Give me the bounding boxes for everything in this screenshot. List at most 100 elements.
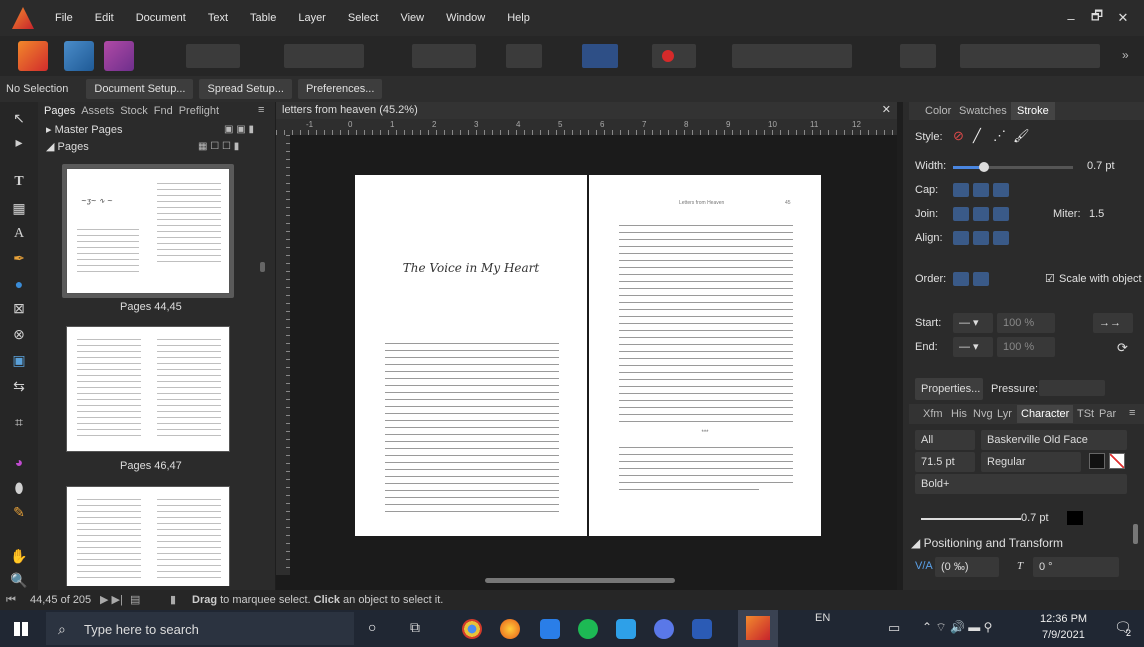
tab-color[interactable]: Color: [925, 105, 951, 117]
zoom-tool-icon[interactable]: 🔍: [6, 570, 32, 590]
word-icon[interactable]: [692, 619, 712, 639]
designer-persona-icon[interactable]: [64, 41, 94, 71]
system-tray-icons[interactable]: ⌃ ⌔ 🔊 ▬ ⚲: [922, 620, 992, 635]
swap-arrowheads-icon[interactable]: ⟳: [1117, 340, 1128, 356]
master-pages-row[interactable]: ▸ Master Pages: [46, 123, 122, 136]
tab-pages[interactable]: Pages: [44, 105, 75, 117]
tab-fnd[interactable]: Fnd: [154, 105, 173, 117]
stroke-color-swatch[interactable]: [1067, 511, 1083, 525]
font-family-dropdown[interactable]: Baskerville Old Face: [981, 430, 1127, 450]
document-tab[interactable]: letters from heaven (45.2%) ✕: [276, 102, 897, 119]
color-fill-icon[interactable]: [582, 44, 618, 68]
font-style-dropdown[interactable]: Regular: [981, 452, 1081, 472]
menu-help[interactable]: Help: [496, 12, 541, 24]
vertical-ruler[interactable]: [276, 135, 290, 575]
stroke-behind-icon[interactable]: [953, 272, 969, 286]
ellipse-frame-icon[interactable]: ⊗: [6, 324, 32, 344]
bold-dropdown[interactable]: Bold+: [915, 474, 1127, 494]
width-slider-handle[interactable]: [979, 162, 989, 172]
text-stroke-swatch[interactable]: [1109, 453, 1125, 469]
master-actions-icons[interactable]: ▣ ▣ ▮: [224, 124, 254, 135]
fill-tool-icon[interactable]: ⇆: [6, 376, 32, 396]
tab-stroke[interactable]: Stroke: [1011, 102, 1055, 120]
toolbar-group-5[interactable]: [900, 44, 936, 68]
color-picker-icon[interactable]: ◕: [6, 452, 32, 472]
stroke-front-icon[interactable]: [973, 272, 989, 286]
move-tool-icon[interactable]: ↖: [6, 108, 32, 128]
menu-edit[interactable]: Edit: [84, 12, 125, 24]
pencil-tool-icon[interactable]: ✎: [6, 502, 32, 522]
tablet-mode-icon[interactable]: ▭: [888, 620, 900, 636]
task-view-icon[interactable]: ⧉: [410, 619, 420, 636]
photos-icon[interactable]: [654, 619, 674, 639]
tab-tst[interactable]: TSt: [1077, 408, 1094, 420]
stroke-brush-icon[interactable]: [652, 44, 696, 68]
clock-date[interactable]: 7/9/2021: [1042, 629, 1085, 641]
positioning-transform-header[interactable]: ◢ Positioning and Transform: [911, 536, 1063, 550]
spread-thumbnail-46-47[interactable]: [62, 326, 234, 456]
tab-preflight[interactable]: Preflight: [179, 105, 219, 117]
firefox-icon[interactable]: [500, 619, 520, 639]
solid-line-icon[interactable]: ╱: [973, 128, 981, 144]
pages-row[interactable]: ◢ Pages: [46, 140, 89, 153]
chrome-icon[interactable]: [462, 619, 482, 639]
skew-field[interactable]: 0 °: [1033, 557, 1119, 577]
align-center-icon[interactable]: [953, 231, 969, 245]
toolbar-group-6[interactable]: [960, 44, 1100, 68]
square-cap-icon[interactable]: [993, 183, 1009, 197]
menu-file[interactable]: File: [44, 12, 84, 24]
properties-button[interactable]: Properties...: [915, 378, 983, 400]
tab-character[interactable]: Character: [1017, 405, 1074, 423]
scope-dropdown[interactable]: All: [915, 430, 975, 450]
round-join-icon[interactable]: [973, 207, 989, 221]
menu-select[interactable]: Select: [337, 12, 390, 24]
width-value[interactable]: 0.7 pt: [1087, 160, 1115, 172]
text-frame-tool-icon[interactable]: T: [6, 172, 32, 192]
preview-mode-icon[interactable]: [506, 44, 542, 68]
menu-layer[interactable]: Layer: [287, 12, 337, 24]
panel-menu-icon[interactable]: ≡: [258, 104, 264, 116]
preferences-button[interactable]: Preferences...: [297, 79, 383, 99]
panel-scrollbar[interactable]: [1133, 524, 1138, 544]
bevel-join-icon[interactable]: [993, 207, 1009, 221]
toolbar-group-1[interactable]: [186, 44, 240, 68]
document-setup-button[interactable]: Document Setup...: [86, 79, 194, 99]
align-inside-icon[interactable]: [973, 231, 989, 245]
ellipse-tool-icon[interactable]: ●: [6, 274, 32, 294]
tab-nvg[interactable]: Nvg: [973, 408, 993, 420]
round-cap-icon[interactable]: [973, 183, 989, 197]
next-page-icon[interactable]: ▶ ▶|: [100, 590, 123, 610]
miter-value[interactable]: 1.5: [1089, 208, 1104, 220]
place-image-icon[interactable]: ▣: [6, 350, 32, 370]
miter-join-icon[interactable]: [953, 207, 969, 221]
cortana-icon[interactable]: ○: [368, 619, 376, 635]
publisher-persona-icon[interactable]: [18, 41, 48, 71]
menu-view[interactable]: View: [389, 12, 435, 24]
tab-his[interactable]: His: [951, 408, 967, 420]
file-explorer-icon[interactable]: [616, 619, 636, 639]
close-button[interactable]: ✕: [1110, 10, 1136, 26]
tab-xfm[interactable]: Xfm: [923, 408, 943, 420]
spotify-icon[interactable]: [578, 619, 598, 639]
taskbar-search-box[interactable]: ⌕ Type here to search: [46, 612, 354, 645]
left-page[interactable]: The Voice in My Heart: [355, 175, 587, 536]
horizontal-ruler[interactable]: -1 0 1 2 3 4 5 6 7 8 9 10 11 12: [276, 119, 897, 135]
pressure-graph[interactable]: [1039, 380, 1105, 396]
tab-stock[interactable]: Stock: [120, 105, 148, 117]
toolbar-group-4[interactable]: [732, 44, 852, 68]
width-slider-track[interactable]: [983, 166, 1073, 169]
spread-setup-button[interactable]: Spread Setup...: [199, 79, 292, 99]
language-indicator[interactable]: EN: [815, 612, 830, 624]
table-tool-icon[interactable]: ▦: [6, 198, 32, 218]
scale-with-object-checkbox[interactable]: ☑: [1045, 272, 1055, 285]
start-percent-field[interactable]: 100 %: [997, 313, 1055, 333]
picture-frame-icon[interactable]: ⊠: [6, 298, 32, 318]
affinity-publisher-taskbar[interactable]: [738, 610, 778, 647]
app-logo[interactable]: [12, 7, 34, 29]
menu-text[interactable]: Text: [197, 12, 239, 24]
restore-button[interactable]: 🗗: [1084, 7, 1110, 29]
font-size-field[interactable]: 71.5 pt: [915, 452, 975, 472]
horizontal-scrollbar[interactable]: [485, 578, 675, 583]
tab-swatches[interactable]: Swatches: [959, 105, 1007, 117]
first-page-icon[interactable]: ⏮: [6, 590, 16, 610]
